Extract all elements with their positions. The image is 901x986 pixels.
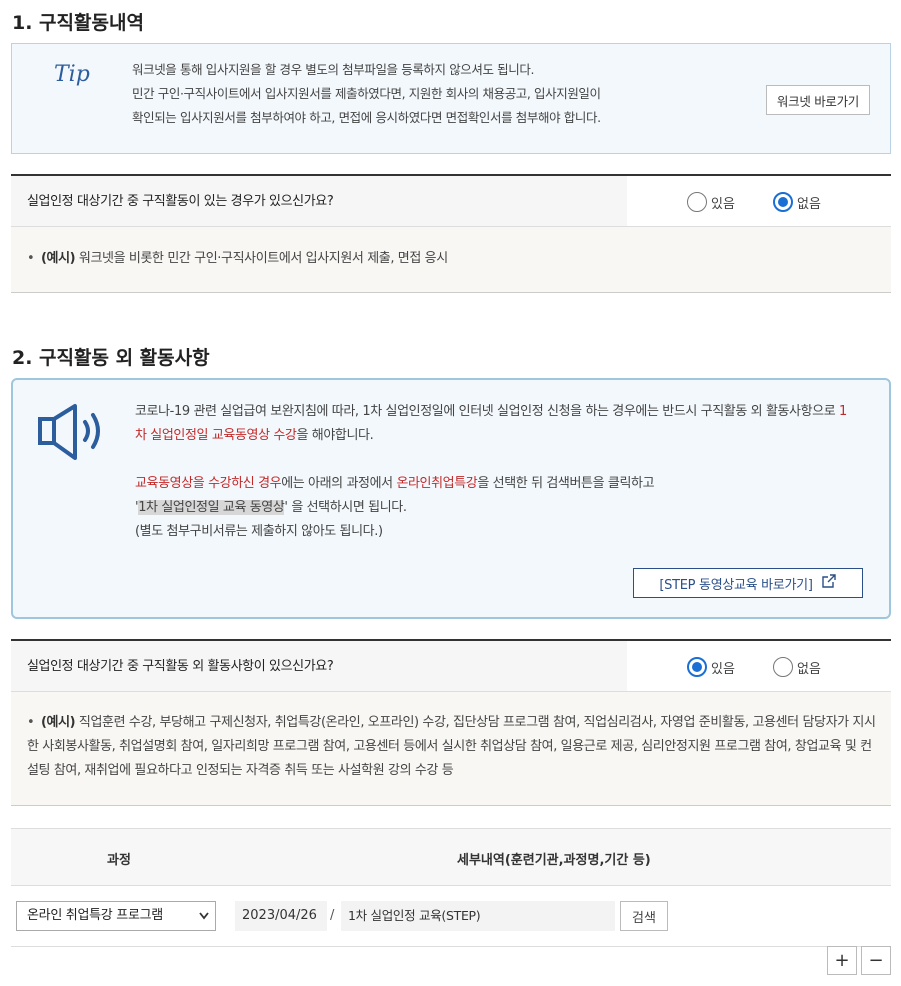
search-button[interactable]: 검색 — [620, 901, 668, 931]
radio-circle-selected[interactable] — [773, 192, 793, 212]
example-box: • (예시) 워크넷을 비롯한 민간 구인·구직사이트에서 입사지원서 제출, 면… — [11, 227, 891, 292]
notice-paragraph-1: 코로나-19 관련 실업급여 보완지침에 따라, 1차 실업인정일에 인터넷 실… — [135, 404, 847, 443]
course-row: 온라인 취업특강 프로그램 2023/04/26 / 1차 실업인정 교육(ST… — [11, 886, 891, 946]
radio-circle-selected[interactable] — [687, 657, 707, 677]
notice-box: 코로나-19 관련 실업급여 보완지침에 따라, 1차 실업인정일에 인터넷 실… — [11, 378, 891, 619]
tip-line: 워크넷을 통해 입사지원을 할 경우 별도의 첨부파일을 등록하지 않으셔도 됩… — [132, 62, 535, 77]
radio-no-label: 없음 — [797, 196, 821, 212]
step-video-label: [STEP 동영상교육 바로가기] — [659, 577, 813, 593]
detail-field[interactable]: 1차 실업인정 교육(STEP) — [341, 901, 615, 931]
radio-group: 있음 없음 — [627, 641, 891, 691]
tip-box: Tip 워크넷을 통해 입사지원을 할 경우 별도의 첨부파일을 등록하지 않으… — [11, 43, 891, 154]
tip-text: 워크넷을 통해 입사지원을 할 경우 별도의 첨부파일을 등록하지 않으셔도 됩… — [132, 58, 732, 130]
radio-no[interactable]: 없음 — [773, 192, 821, 212]
example-box: • (예시) 직업훈련 수강, 부당해고 구제신청자, 취업특강(온라인, 오프라… — [11, 692, 891, 805]
radio-group: 있음 없음 — [627, 176, 891, 226]
radio-no-label: 없음 — [797, 661, 821, 677]
example-label: (예시) — [41, 715, 76, 730]
radio-circle[interactable] — [687, 192, 707, 212]
question-label: 실업인정 대상기간 중 구직활동이 있는 경우가 있으신가요? — [11, 176, 627, 226]
activity-question-table: 실업인정 대상기간 중 구직활동 외 활동사항이 있으신가요? 있음 없음 •(… — [11, 639, 891, 806]
job-search-question-table: 실업인정 대상기간 중 구직활동이 있는 경우가 있으신가요? 있음 없음 •(… — [11, 174, 891, 293]
tip-line: 민간 구인·구직사이트에서 입사지원서를 제출하였다면, 지원한 회사의 채용공… — [132, 86, 601, 101]
notice-paragraph-2: 교육동영상을 수강하신 경우에는 아래의 과정에서 온라인취업특강을 선택한 뒤… — [135, 476, 655, 491]
question-label: 실업인정 대상기간 중 구직활동 외 활동사항이 있으신가요? — [11, 641, 627, 691]
example-text: 직업훈련 수강, 부당해고 구제신청자, 취업특강(온라인, 오프라인) 수강,… — [27, 715, 876, 778]
speaker-icon — [35, 402, 111, 466]
example-label: (예시) — [41, 251, 76, 266]
date-separator: / — [330, 908, 335, 923]
chevron-down-icon — [199, 902, 209, 942]
question-row: 실업인정 대상기간 중 구직활동이 있는 경우가 있으신가요? 있음 없음 — [11, 176, 891, 227]
section2-title: 2. 구직활동 외 활동사항 — [12, 347, 210, 369]
date-field[interactable]: 2023/04/26 — [235, 901, 327, 931]
radio-yes[interactable]: 있음 — [687, 192, 735, 212]
notice-text: 코로나-19 관련 실업급여 보완지침에 따라, 1차 실업인정일에 인터넷 실… — [135, 400, 855, 544]
course-table: 과정 세부내역(훈련기관,과정명,기간 등) 온라인 취업특강 프로그램 202… — [11, 828, 891, 947]
radio-yes-label: 있음 — [711, 196, 735, 212]
tip-line: 확인되는 입사지원서를 첨부하여야 하고, 면접에 응시하였다면 면접확인서를 … — [132, 110, 601, 125]
course-select[interactable]: 온라인 취업특강 프로그램 — [16, 901, 216, 931]
course-select-value: 온라인 취업특강 프로그램 — [27, 908, 163, 923]
external-link-icon — [821, 573, 837, 593]
column-header-detail: 세부내역(훈련기관,과정명,기간 등) — [457, 853, 651, 868]
add-row-button[interactable]: + — [827, 946, 857, 975]
question-row: 실업인정 대상기간 중 구직활동 외 활동사항이 있으신가요? 있음 없음 — [11, 641, 891, 692]
column-header-course: 과정 — [107, 853, 131, 868]
notice-paragraph-3: '1차 실업인정일 교육 동영상' 을 선택하시면 됩니다. — [135, 500, 407, 515]
tip-icon: Tip — [54, 62, 90, 87]
radio-no[interactable]: 없음 — [773, 657, 821, 677]
remove-row-button[interactable]: − — [861, 946, 891, 975]
step-video-button[interactable]: [STEP 동영상교육 바로가기] — [633, 568, 863, 598]
notice-paragraph-4: (별도 첨부구비서류는 제출하지 않아도 됩니다.) — [135, 524, 383, 539]
example-text: 워크넷을 비롯한 민간 구인·구직사이트에서 입사지원서 제출, 면접 응시 — [75, 251, 448, 266]
radio-circle[interactable] — [773, 657, 793, 677]
radio-yes-label: 있음 — [711, 661, 735, 677]
section1-title: 1. 구직활동내역 — [12, 12, 144, 34]
worknet-link-button[interactable]: 워크넷 바로가기 — [765, 85, 870, 115]
radio-yes[interactable]: 있음 — [687, 657, 735, 677]
course-table-header: 과정 세부내역(훈련기관,과정명,기간 등) — [11, 829, 891, 886]
